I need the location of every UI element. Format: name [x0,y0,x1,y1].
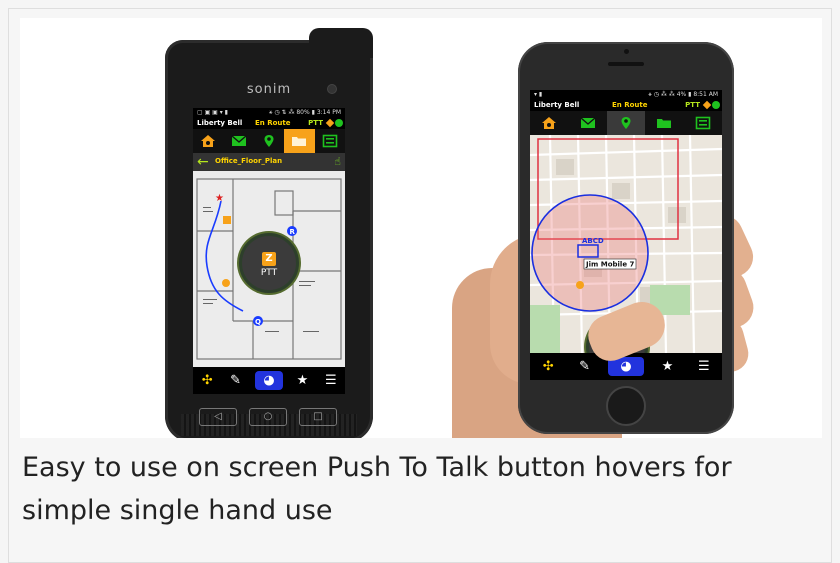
ptt-button-label: PTT [260,268,278,278]
status-left: ▢ ▣ ▣ ▾ ▮ [197,109,228,116]
product-photo: sonim ▢ ▣ ▣ ▾ ▮ ⚹ ◷ ⇅ ⁂ 80% ▮ 3:14 PM Li… [20,18,822,438]
tab-folder[interactable] [645,111,683,135]
phone-brand: sonim [246,82,292,97]
map-title: Office_Floor_Plan [215,157,283,165]
map-pin-icon [621,117,631,129]
tab-map[interactable] [606,111,646,135]
user-name: Liberty Bell [197,119,243,127]
pencil-icon[interactable]: ✎ [221,367,249,394]
tab-bar [530,111,722,135]
diamond-icon [325,118,335,128]
status-right: ⚹ ◷ ⇅ ⁂ 80% ▮ 3:14 PM [268,109,341,116]
home-icon [201,135,216,147]
home-icon [542,117,557,129]
ptt-button[interactable]: Z PTT [239,233,299,293]
tab-map[interactable] [254,129,284,153]
folder-icon [292,137,307,146]
home-button[interactable] [606,386,646,426]
mail-icon [580,117,596,128]
recent-key[interactable]: □ [299,408,337,426]
tab-list[interactable] [684,111,722,135]
ptt-indicator: PTT [308,119,323,127]
app-bar: Liberty Bell En Route PTT [193,117,345,129]
zello-logo-icon: Z [262,252,276,266]
tab-home[interactable] [193,129,223,153]
map-label-abcd: ABCD [582,237,604,245]
user-status[interactable]: En Route [255,117,290,129]
online-dot-icon [712,101,720,109]
online-dot-icon [335,119,343,127]
map-pin-icon [264,135,274,147]
status-bar: ▾ ▮ ⚹ ◷ ⁂ ⁂ 4% ▮ 8:51 AM [530,90,722,99]
map-toolbar: ← Office_Floor_Plan ☝ [193,153,345,171]
palette-icon[interactable]: ◕ [254,371,284,390]
move-icon[interactable]: ✣ [530,353,566,380]
floor-plan-map[interactable]: ★ R Q Z PTT [193,171,345,367]
user-status[interactable]: En Route [612,99,647,111]
bottom-nav: ✣ ✎ ◕ ★ ☰ [193,367,345,394]
map-label-user: Jim Mobile 7 [585,261,635,269]
app-bar: Liberty Bell En Route PTT [530,99,722,111]
star-icon[interactable]: ★ [288,367,316,394]
ptt-indicator: PTT [685,101,700,109]
user-name: Liberty Bell [534,101,580,109]
bottom-nav: ✣ ✎ ◕ ★ ☰ [530,353,722,380]
hand-pointer-icon[interactable]: ☝ [334,155,341,168]
status-right: ⚹ ◷ ⁂ ⁂ 4% ▮ 8:51 AM [648,91,718,98]
tab-home[interactable] [530,111,568,135]
camera-icon [327,84,337,94]
tab-list[interactable] [315,129,345,153]
home-key[interactable]: ○ [249,408,287,426]
phone-notch [309,28,373,58]
tab-mail[interactable] [223,129,253,153]
star-marker-icon: ★ [215,193,224,204]
menu-icon[interactable]: ☰ [317,367,345,394]
menu-icon[interactable]: ☰ [686,353,722,380]
star-icon[interactable]: ★ [649,353,685,380]
mail-icon [231,135,247,146]
tab-mail[interactable] [568,111,606,135]
sonim-phone: sonim ▢ ▣ ▣ ▾ ▮ ⚹ ◷ ⇅ ⁂ 80% ▮ 3:14 PM Li… [165,28,373,438]
status-left: ▾ ▮ [534,91,543,98]
diamond-icon [702,100,712,110]
earpiece-speaker [608,62,644,66]
list-icon [695,116,711,130]
hardware-keys: ◁ ○ □ [199,408,339,426]
status-bar: ▢ ▣ ▣ ▾ ▮ ⚹ ◷ ⇅ ⁂ 80% ▮ 3:14 PM [193,108,345,117]
back-key[interactable]: ◁ [199,408,237,426]
caption-text: Easy to use on screen Push To Talk butto… [22,452,732,526]
tab-folder[interactable] [284,129,315,153]
sonim-screen: ▢ ▣ ▣ ▾ ▮ ⚹ ◷ ⇅ ⁂ 80% ▮ 3:14 PM Liberty … [193,108,345,394]
svg-text:R: R [290,228,296,236]
front-camera-icon [624,49,629,54]
svg-text:Q: Q [255,318,261,326]
iphone: ▾ ▮ ⚹ ◷ ⁂ ⁂ 4% ▮ 8:51 AM Liberty Bell En… [518,42,734,434]
back-arrow-icon[interactable]: ← [197,154,209,170]
folder-icon [657,119,672,128]
move-icon[interactable]: ✣ [193,367,221,394]
list-icon [322,134,338,148]
tab-bar [193,129,345,153]
